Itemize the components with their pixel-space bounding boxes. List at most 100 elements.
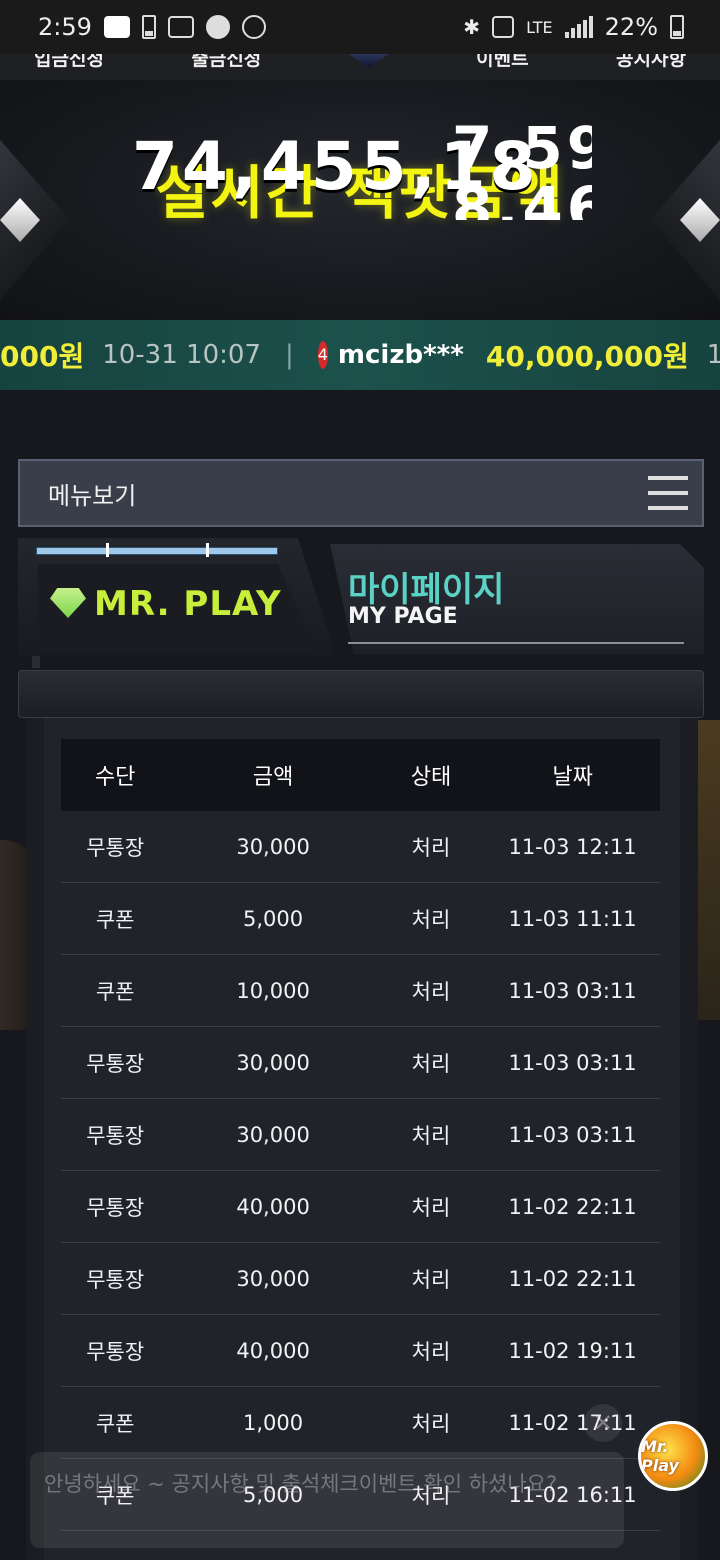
bluetooth-icon: ✱: [463, 15, 481, 39]
table-row: 쿠폰 5,000 처리 11-03 11:11: [61, 882, 660, 955]
cell-status: 처리: [376, 1170, 486, 1243]
ticker-user: mcizb***: [337, 340, 464, 370]
battery-icon: [670, 15, 684, 39]
cell-method: 무통장: [61, 1314, 170, 1387]
ticker-lead-amount: 000원: [0, 340, 85, 373]
cell-date: 11-02 19:11: [485, 1314, 660, 1387]
table-row: 무통장 30,000 처리 11-02 22:11: [61, 1242, 660, 1315]
app-notification-icon: [103, 16, 130, 38]
plate-leg: [32, 656, 40, 668]
cell-date: 11-02 22:11: [485, 1170, 660, 1243]
table-row: 무통장 40,000 처리 11-02 19:11: [61, 1314, 660, 1387]
cell-amount: 30,000: [169, 1242, 377, 1315]
toast-text: 안녕하세요 ~ 공지사항 및 출석체크이벤트 확인 하셨나요?: [44, 1472, 558, 1496]
nav-withdraw[interactable]: 출금신청: [191, 54, 261, 80]
cell-method: 쿠폰: [61, 882, 170, 955]
cell-status: 처리: [376, 1386, 486, 1459]
signal-icon: [564, 16, 593, 38]
ticker-date: 10-31 10:07: [102, 340, 261, 370]
cell-status: 처리: [376, 1026, 486, 1099]
fab-label: Mr. Play: [641, 1437, 679, 1475]
jackpot-rolling-digits: 7,59 8,46: [452, 118, 592, 220]
cell-method: 무통장: [61, 811, 170, 883]
col-amount: 금액: [169, 739, 377, 811]
cell-status: 처리: [376, 1314, 486, 1387]
cell-date: 11-02 22:11: [485, 1242, 660, 1315]
menu-label: 메뉴보기: [48, 481, 137, 510]
jackpot-rolling-text: 7,59 8,46: [452, 118, 592, 220]
table-row: 무통장 30,000 처리 11-03 03:11: [61, 1026, 660, 1099]
plate-light-segment: [206, 543, 209, 557]
top-nav: 입금신청 출금신청 이벤트 공지사항: [0, 54, 720, 80]
cell-date: 11-03 03:11: [485, 1098, 660, 1171]
menu-toggle-bar[interactable]: 메뉴보기: [18, 459, 704, 527]
cell-amount: 30,000: [169, 1098, 377, 1171]
network-type: LTE: [526, 17, 553, 37]
status-right: ✱ LTE 22%: [463, 13, 684, 41]
battery-saver-icon: [141, 15, 156, 39]
transaction-table: 수단 금액 상태 날짜 무통장 30,000 처리 11-03 12:11 쿠폰 5,0…: [61, 739, 660, 1531]
ticker-trailing-date: 10-: [706, 340, 720, 370]
nav-event[interactable]: 이벤트: [476, 54, 528, 80]
chat-bubble-icon: [205, 15, 230, 39]
cell-method: 무통장: [61, 1242, 170, 1315]
title-underline: [348, 642, 684, 644]
nfc-icon: [492, 16, 515, 38]
notice-toast[interactable]: 안녕하세요 ~ 공지사항 및 출석체크이벤트 확인 하셨나요?: [30, 1452, 624, 1548]
close-icon[interactable]: ✕: [584, 1404, 622, 1442]
cell-status: 처리: [376, 811, 486, 883]
cell-amount: 30,000: [169, 811, 377, 883]
plate-light-bar: [36, 547, 278, 555]
cell-method: 쿠폰: [61, 954, 170, 1027]
col-status: 상태: [376, 739, 486, 811]
table-row: 쿠폰 1,000 처리 11-02 17:11: [61, 1386, 660, 1459]
gmail-icon: [167, 16, 194, 38]
ticker-amount: 40,000,000원: [485, 340, 689, 373]
hamburger-menu-icon[interactable]: [648, 476, 688, 510]
cell-status: 처리: [376, 1242, 486, 1315]
cell-amount: 30,000: [169, 1026, 377, 1099]
cell-status: 처리: [376, 954, 486, 1027]
nav-notice[interactable]: 공지사항: [616, 54, 686, 80]
content-top-ledge: [18, 670, 704, 718]
cell-amount: 40,000: [169, 1314, 377, 1387]
logo-tip-icon: [348, 54, 389, 68]
battery-percent: 22%: [604, 13, 658, 41]
cell-amount: 1,000: [169, 1386, 377, 1459]
cell-method: 쿠폰: [61, 1386, 170, 1459]
cell-method: 무통장: [61, 1098, 170, 1171]
ticker-rank-badge: 4: [317, 341, 328, 369]
chrome-icon: [241, 15, 266, 39]
table-row: 무통장 40,000 처리 11-02 22:11: [61, 1170, 660, 1243]
plate-light-segment: [106, 543, 109, 557]
mrplay-fab-button[interactable]: Mr. Play: [638, 1421, 708, 1491]
cell-date: 11-03 12:11: [485, 811, 660, 883]
cell-status: 처리: [376, 882, 486, 955]
cell-amount: 40,000: [169, 1170, 377, 1243]
col-method: 수단: [61, 739, 170, 811]
cell-date: 11-02 17:11: [485, 1386, 660, 1459]
col-date: 날짜: [485, 739, 660, 811]
nav-deposit[interactable]: 입금신청: [34, 54, 104, 80]
cell-amount: 10,000: [169, 954, 377, 1027]
mypage-header: MR. PLAY 마이페이지 MY PAGE: [18, 538, 704, 668]
ticker-separator: |: [284, 340, 294, 370]
status-time: 2:59: [38, 13, 92, 41]
cell-method: 무통장: [61, 1170, 170, 1243]
winner-ticker: 000원 10-31 10:07 | 4 mcizb*** 40,000,000…: [0, 320, 720, 390]
cell-date: 11-03 03:11: [485, 1026, 660, 1099]
cell-date: 11-03 03:11: [485, 954, 660, 1027]
table-row: 쿠폰 10,000 처리 11-03 03:11: [61, 954, 660, 1027]
cell-date: 11-03 11:11: [485, 882, 660, 955]
table-row: 무통장 30,000 처리 11-03 03:11: [61, 1098, 660, 1171]
table-row: 무통장 30,000 처리 11-03 12:11: [61, 811, 660, 883]
status-bar: 2:59 ✱ LTE 22%: [0, 0, 720, 54]
page-subtitle: MY PAGE: [348, 604, 458, 629]
status-left: 2:59: [38, 13, 266, 41]
brand-name: MR. PLAY: [94, 584, 282, 624]
cell-amount: 5,000: [169, 882, 377, 955]
table-header-row: 수단 금액 상태 날짜: [61, 739, 660, 811]
cell-method: 무통장: [61, 1026, 170, 1099]
background-lamp: [698, 720, 720, 1020]
cell-status: 처리: [376, 1098, 486, 1171]
